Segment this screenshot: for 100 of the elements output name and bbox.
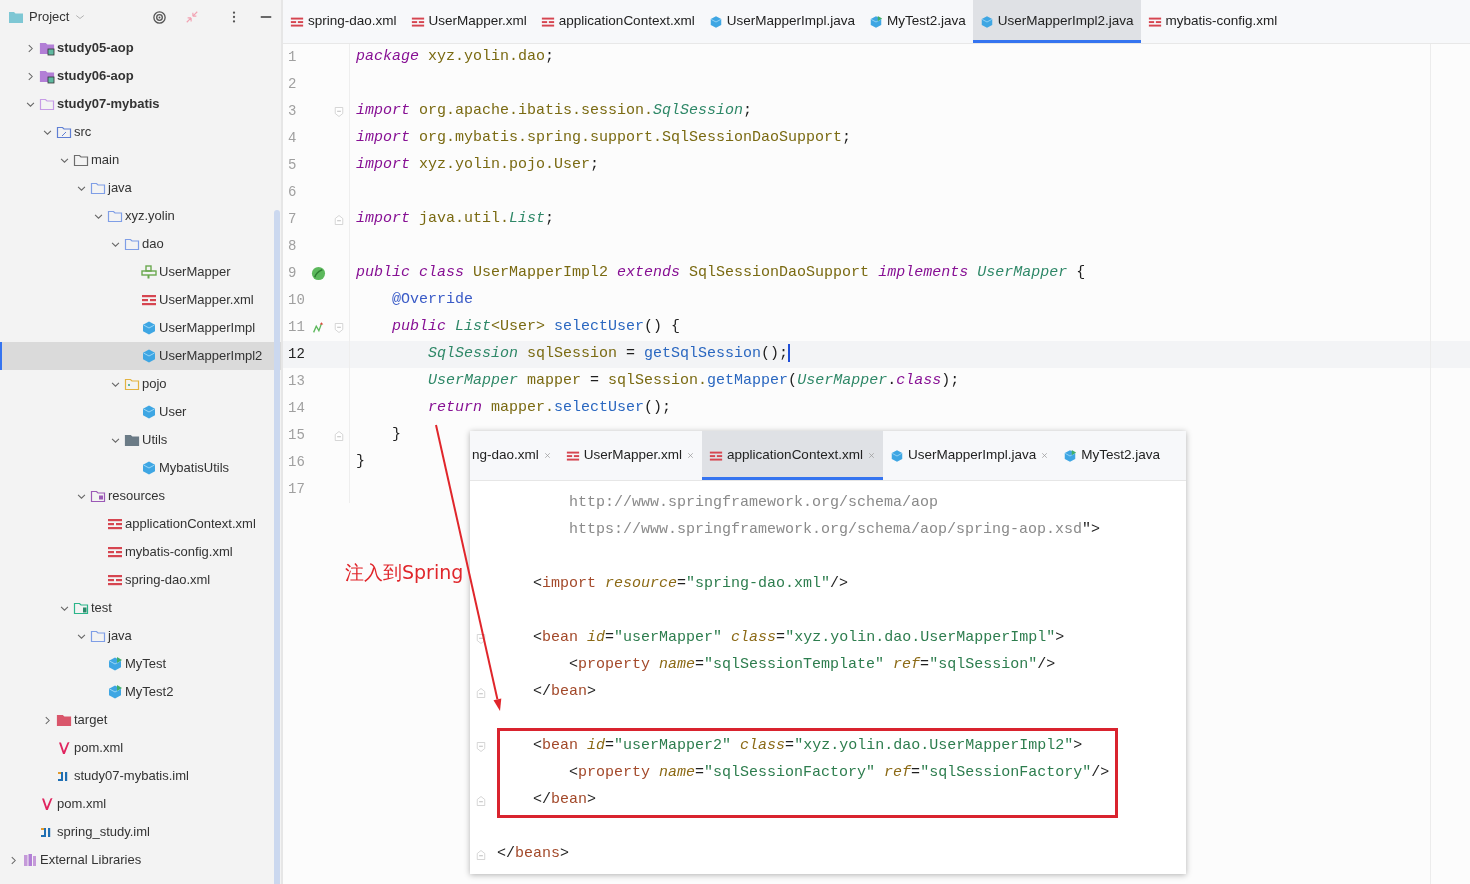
tree-item[interactable]: xyz.yolin [0, 202, 281, 230]
editor-tab[interactable]: applicationContext.xml [533, 0, 702, 43]
close-icon[interactable] [542, 451, 552, 460]
close-icon[interactable] [1040, 451, 1050, 460]
code-line: public List<User> selectUser() { [391, 317, 681, 338]
xml-file-icon [107, 572, 123, 588]
editor-tab[interactable]: mybatis-config.xml [1140, 0, 1285, 43]
tree-item[interactable]: target [0, 706, 281, 734]
cube-icon [141, 348, 157, 364]
tree-item[interactable]: resources [0, 482, 281, 510]
editor-tab[interactable]: UserMapper.xml [558, 431, 703, 480]
code-line: import java.util.List; [355, 209, 555, 230]
line-number: 2 [287, 75, 298, 94]
tree-item[interactable]: Utils [0, 426, 281, 454]
editor-tab[interactable]: spring-dao.xml [283, 0, 404, 43]
tree-item[interactable]: mybatis-config.xml [0, 538, 281, 566]
scrollbar-thumb[interactable] [274, 210, 280, 884]
fold-icon[interactable] [474, 632, 487, 645]
module-folder-icon [39, 96, 55, 112]
tree-item[interactable]: applicationContext.xml [0, 510, 281, 538]
tree-item[interactable]: pojo [0, 370, 281, 398]
code-line: import org.mybatis.spring.support.SqlSessionDaoSupport; [355, 128, 852, 149]
tree-item[interactable]: study07-mybatis [0, 90, 281, 118]
xml-file-icon [107, 544, 123, 560]
tree-item[interactable]: UserMapper.xml [0, 286, 281, 314]
code-line: UserMapper mapper = sqlSession.getMapper(UserMapper.class); [427, 371, 960, 392]
code-line: import xyz.yolin.pojo.User; [355, 155, 600, 176]
code-line: <property name="sqlSessionTemplate" ref="sqlSession"/> [568, 655, 1056, 676]
editor-tab[interactable]: UserMapperImpl.java [701, 0, 862, 43]
code-line: </beans> [496, 844, 570, 865]
line-number: 14 [287, 399, 306, 418]
code-line: http://www.springframework.org/schema/aop [568, 493, 939, 514]
v-mark-icon [39, 796, 55, 812]
cube-icon [141, 460, 157, 476]
folder-icon [90, 628, 106, 644]
library-icon [22, 852, 38, 868]
line-number: 13 [287, 372, 306, 391]
chevron-right-icon[interactable] [25, 42, 36, 54]
line-number: 15 [287, 426, 306, 445]
test-cube-icon [107, 684, 123, 700]
code-line: https://www.springframework.org/schema/aop/spring-aop.xsd"> [568, 520, 1101, 541]
chevron-right-icon[interactable] [42, 714, 53, 726]
tree-item[interactable]: study07-mybatis.iml [0, 762, 281, 790]
xml-file-icon [107, 516, 123, 532]
folder-icon [8, 9, 24, 25]
tree-item[interactable]: spring_study.iml [0, 818, 281, 846]
line-number: 5 [287, 156, 298, 175]
editor-tab[interactable]: ng-dao.xml [470, 431, 559, 480]
tree-item[interactable]: UserMapper [0, 258, 281, 286]
tree-item[interactable]: MybatisUtils [0, 454, 281, 482]
tree-item[interactable]: study05-aop [0, 34, 281, 62]
tree-item[interactable]: pom.xml [0, 734, 281, 762]
test-cube-icon [868, 14, 883, 29]
line-number: 4 [287, 129, 298, 148]
line-number: 9 [287, 264, 298, 283]
tree-item[interactable]: dao [0, 230, 281, 258]
panel-title[interactable]: Project [29, 7, 70, 27]
folder-icon [107, 208, 123, 224]
editor-tab[interactable]: MyTest2.java [861, 0, 973, 43]
resources-folder-icon [90, 488, 106, 504]
folder-icon [124, 236, 140, 252]
tree-item[interactable]: MyTest [0, 650, 281, 678]
editor-tab[interactable]: UserMapperImpl2.java [972, 0, 1141, 43]
code-line: } [391, 425, 401, 446]
source-folder-icon [56, 124, 72, 140]
line-number: 10 [287, 291, 306, 310]
tree-item[interactable]: java [0, 622, 281, 650]
tree-item[interactable]: UserMapperImpl [0, 314, 281, 342]
tree-item[interactable]: test [0, 594, 281, 622]
tree-item[interactable]: main [0, 146, 281, 174]
bean-icon[interactable] [311, 266, 326, 281]
code-line: </bean> [532, 790, 597, 811]
code-line: </bean> [532, 682, 597, 703]
editor-tab[interactable]: MyTest2.java [1056, 431, 1167, 480]
tree-item[interactable]: External Libraries [0, 846, 281, 874]
xml-file-icon [141, 292, 157, 308]
override-icon[interactable] [311, 320, 325, 335]
interface-icon [141, 264, 157, 280]
module-folder-icon [39, 68, 55, 84]
code-line: @Override [391, 290, 474, 311]
tree-item[interactable]: study06-aop [0, 62, 281, 90]
folder-icon [90, 180, 106, 196]
cube-icon [141, 320, 157, 336]
code-line: <import resource="spring-dao.xml"/> [532, 574, 849, 595]
close-icon[interactable] [686, 451, 696, 460]
line-number: 8 [287, 237, 298, 256]
tree-item[interactable]: UserMapperImpl2 [0, 342, 281, 370]
tree-item[interactable]: MyTest2 [0, 678, 281, 706]
tree-item[interactable]: pom.xml [0, 790, 281, 818]
editor-tab[interactable]: UserMapperImpl.java [882, 431, 1057, 480]
editor-tab[interactable]: UserMapper.xml [403, 0, 534, 43]
code-line: <property name="sqlSessionFactory" ref="sqlSessionFactory"/> [568, 763, 1110, 784]
chevron-right-icon[interactable] [8, 854, 19, 866]
locate-icon[interactable] [152, 9, 167, 25]
tree-item[interactable]: java [0, 174, 281, 202]
editor-tab[interactable]: applicationContext.xml [702, 431, 883, 480]
tree-item[interactable]: spring-dao.xml [0, 566, 281, 594]
tree-item[interactable]: User [0, 398, 281, 426]
tree-item[interactable]: src [0, 118, 281, 146]
chevron-right-icon[interactable] [25, 70, 36, 82]
